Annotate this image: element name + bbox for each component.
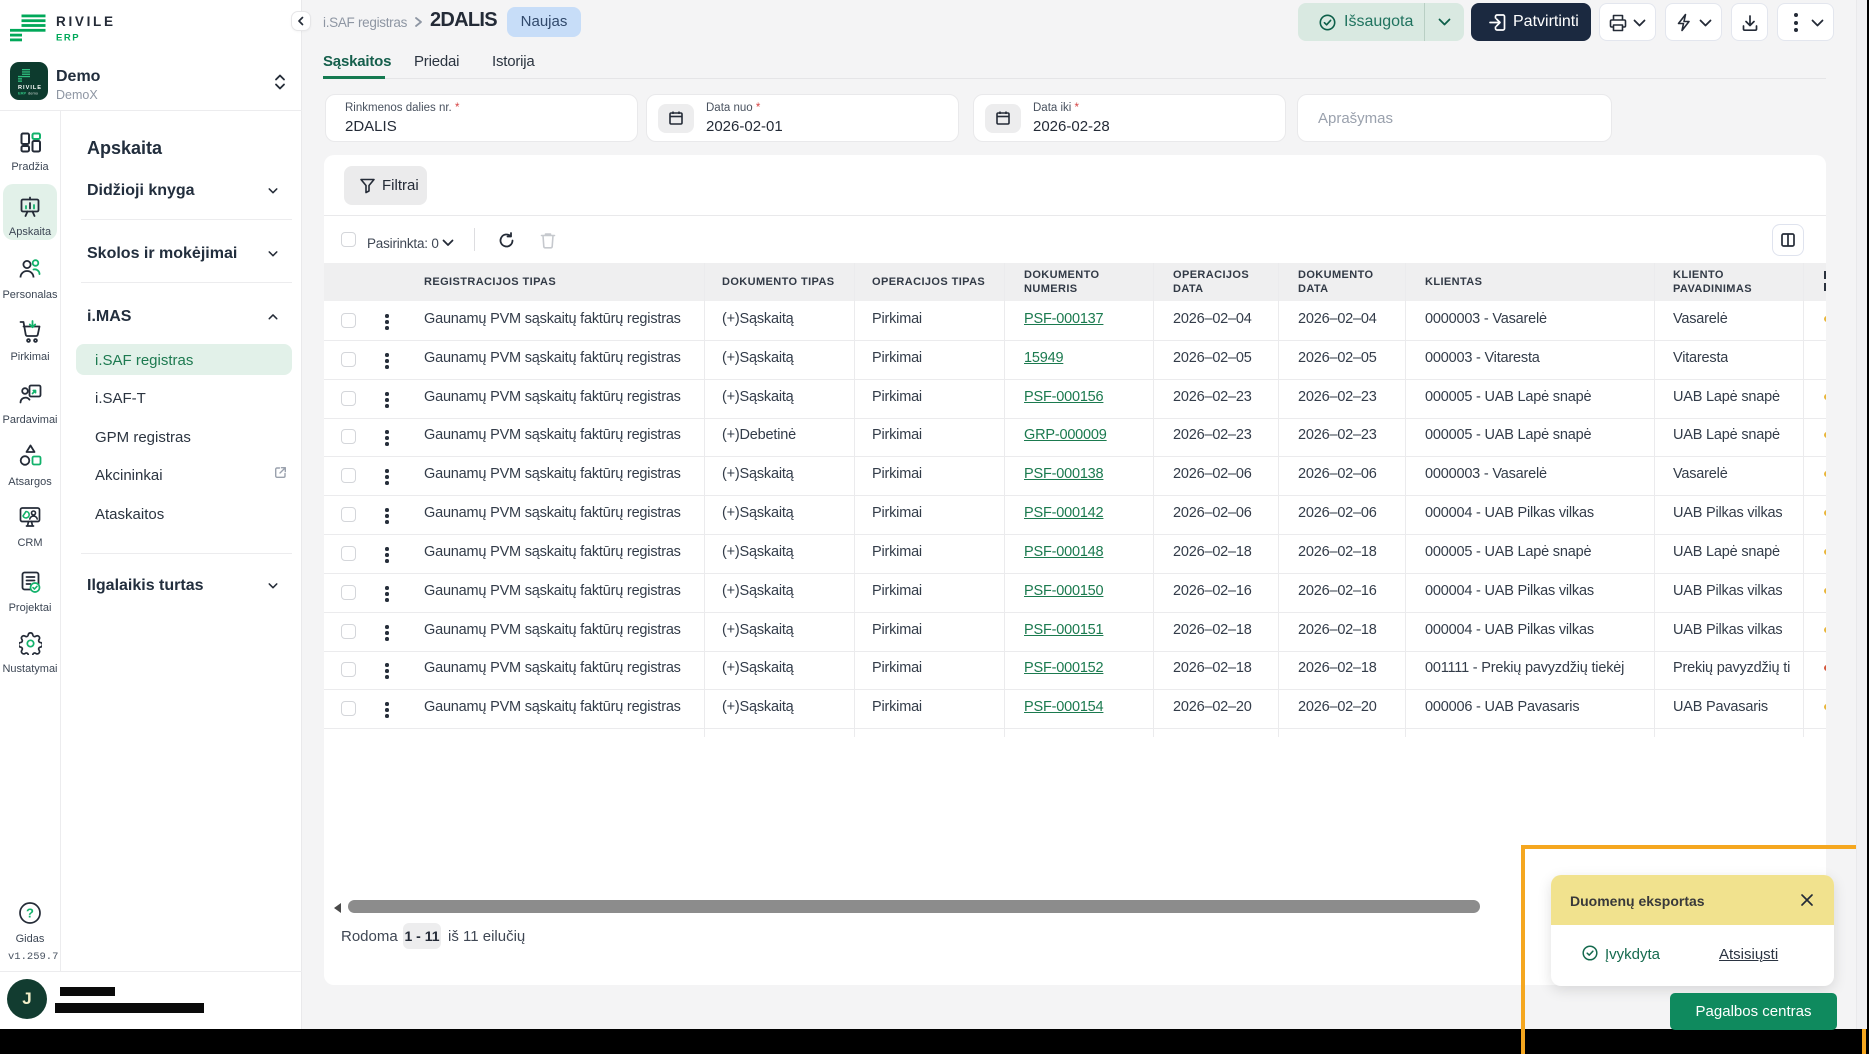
- svg-text:ERP: ERP: [56, 33, 80, 44]
- svg-text:RIVILE: RIVILE: [56, 14, 116, 29]
- svg-text:demo: demo: [28, 91, 39, 96]
- svg-text:?: ?: [26, 906, 34, 921]
- svg-text:ERP: ERP: [18, 91, 27, 96]
